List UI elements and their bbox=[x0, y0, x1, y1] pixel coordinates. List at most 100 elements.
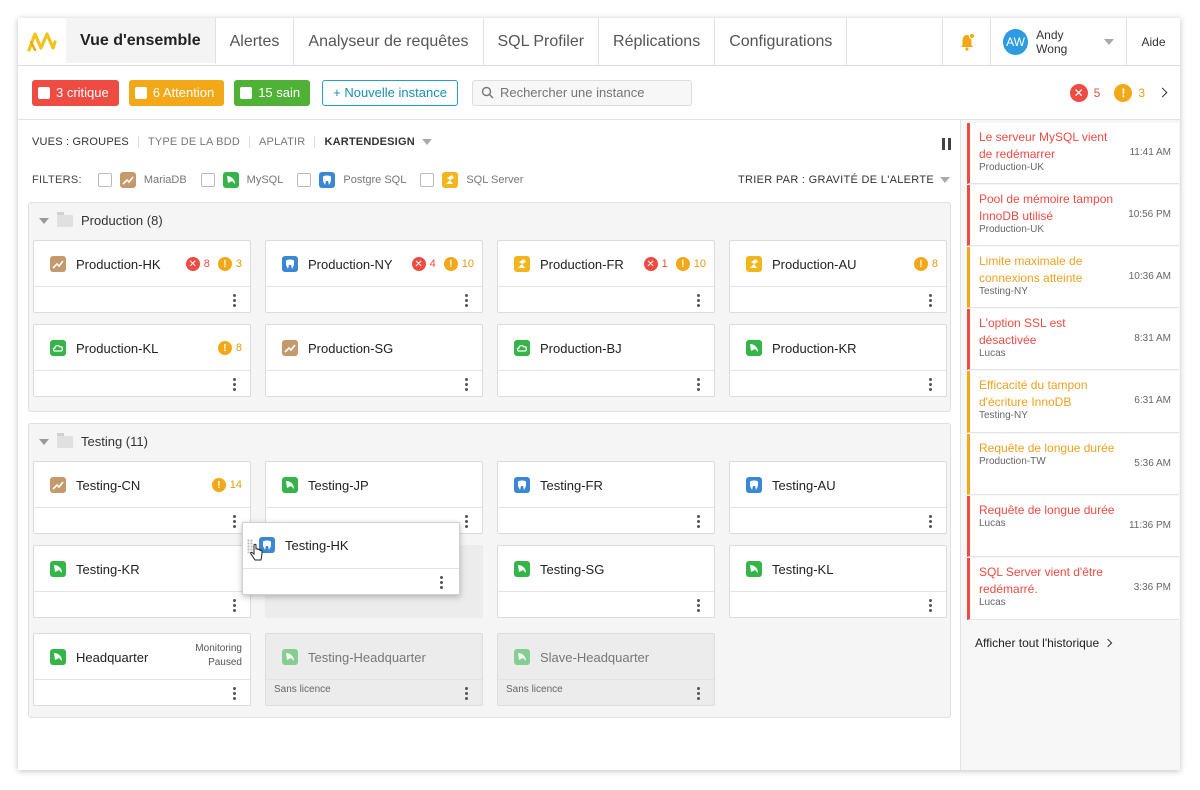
instance-card[interactable]: Testing-AU bbox=[729, 461, 947, 534]
instance-card[interactable]: Testing-Headquarter Sans licence bbox=[265, 633, 483, 706]
card-alerts[interactable]: ! 8 bbox=[214, 341, 242, 355]
card-title: Testing-AU bbox=[746, 477, 836, 493]
mysql-icon bbox=[514, 561, 530, 577]
new-instance-button[interactable]: + Nouvelle instance bbox=[322, 79, 458, 106]
instance-card[interactable]: Slave-Headquarter Sans licence bbox=[497, 633, 715, 706]
tab-overview[interactable]: Vue d'ensemble bbox=[66, 18, 216, 65]
mariadb-icon bbox=[119, 172, 136, 188]
card-alerts[interactable]: ✕ 4! 10 bbox=[411, 257, 474, 271]
card-design-label: KARTENDESIGN bbox=[324, 136, 415, 148]
card-footer bbox=[498, 286, 714, 313]
instance-card[interactable]: Testing-KL bbox=[729, 545, 947, 618]
show-all-history-link[interactable]: Afficher tout l'historique bbox=[975, 636, 1113, 650]
history-item[interactable]: L'option SSL est désactivée Lucas 8:31 AM bbox=[967, 309, 1179, 370]
instance-card[interactable]: Headquarter Monitoring Paused bbox=[33, 633, 251, 706]
tab-query-analyzer[interactable]: Analyseur de requêtes bbox=[294, 18, 484, 65]
user-menu[interactable]: AW Andy Wong bbox=[990, 18, 1126, 65]
warning-icon: ! bbox=[217, 341, 232, 355]
tab-alerts[interactable]: Alertes bbox=[216, 18, 295, 65]
mysql-icon bbox=[746, 561, 762, 577]
instance-card[interactable]: Production-HK ✕ 8! 3 bbox=[33, 240, 251, 313]
group-header[interactable]: Production (8) bbox=[39, 211, 163, 228]
collapse-icon[interactable] bbox=[39, 438, 49, 445]
more-options-icon[interactable] bbox=[465, 378, 468, 391]
more-options-icon[interactable] bbox=[233, 599, 236, 612]
pause-button[interactable] bbox=[942, 138, 952, 150]
card-name: Production-KL bbox=[76, 340, 159, 356]
view-groups[interactable]: VUES : GROUPES bbox=[32, 136, 139, 148]
history-item[interactable]: SQL Server vient d'être redémarré. Lucas 3… bbox=[967, 558, 1179, 620]
card-alerts[interactable]: ! 14 bbox=[208, 478, 242, 492]
instance-card[interactable]: Production-BJ bbox=[497, 324, 715, 397]
instance-card[interactable]: Testing-SG bbox=[497, 545, 715, 618]
tab-replications[interactable]: Réplications bbox=[599, 18, 716, 65]
group-header[interactable]: Testing (11) bbox=[39, 432, 148, 449]
history-item[interactable]: Requête de longue durée Production-TW 5:36… bbox=[967, 434, 1179, 495]
instance-card[interactable]: Production-SG bbox=[265, 324, 483, 397]
more-options-icon[interactable] bbox=[697, 599, 700, 612]
more-options-icon[interactable] bbox=[929, 378, 932, 391]
view-flatten[interactable]: APLATIR bbox=[250, 136, 316, 148]
monitoring-paused-label: Monitoring Paused bbox=[195, 642, 242, 670]
card-alerts[interactable]: ✕ 1! 10 bbox=[643, 257, 706, 271]
filter-healthy-chip[interactable]: 15 sain bbox=[234, 79, 311, 106]
tab-sql-profiler[interactable]: SQL Profiler bbox=[484, 18, 600, 65]
card-alerts[interactable]: ! 8 bbox=[910, 257, 938, 271]
history-item[interactable]: Pool de mémoire tampon InnoDB utilisé Pro… bbox=[967, 185, 1179, 246]
history-item[interactable]: Le serveur MySQL vient de redémarrer Prod… bbox=[967, 123, 1179, 184]
more-options-icon[interactable] bbox=[465, 687, 468, 700]
filter-attention-chip[interactable]: 6 Attention bbox=[128, 79, 225, 106]
tab-configurations[interactable]: Configurations bbox=[715, 18, 848, 65]
more-options-icon[interactable] bbox=[697, 687, 700, 700]
card-title: Testing-CN bbox=[50, 477, 140, 493]
chevron-right-icon[interactable] bbox=[1157, 87, 1168, 98]
instance-card[interactable]: Production-KL ! 8 bbox=[33, 324, 251, 397]
more-options-icon[interactable] bbox=[233, 294, 236, 307]
more-options-icon[interactable] bbox=[465, 515, 468, 528]
mariadb-icon bbox=[50, 477, 66, 493]
view-db-type[interactable]: TYPE DE LA BDD bbox=[139, 136, 250, 148]
more-options-icon[interactable] bbox=[697, 378, 700, 391]
history-title: Le serveur MySQL vient de redémarrer bbox=[979, 130, 1108, 161]
help-link[interactable]: Aide bbox=[1126, 18, 1180, 65]
more-options-icon[interactable] bbox=[233, 687, 236, 700]
instance-card[interactable]: Testing-FR bbox=[497, 461, 715, 534]
notifications-button[interactable] bbox=[942, 18, 990, 65]
history-item[interactable]: Efficacité du tampon d'écriture InnoDB Te… bbox=[967, 371, 1179, 433]
card-alerts[interactable]: ✕ 8! 3 bbox=[185, 257, 242, 271]
more-options-icon[interactable] bbox=[697, 294, 700, 307]
more-options-icon[interactable] bbox=[929, 515, 932, 528]
instance-card[interactable]: Testing-CN ! 14 bbox=[33, 461, 251, 534]
card-title: Headquarter bbox=[50, 649, 148, 665]
instance-card[interactable]: Production-AU! 8 bbox=[729, 240, 947, 313]
error-count: 4 bbox=[429, 258, 436, 270]
folder-icon bbox=[57, 211, 73, 227]
instance-card[interactable]: Production-NY ✕ 4! 10 bbox=[265, 240, 483, 313]
history-item[interactable]: Requête de longue durée Lucas 11:36 PM bbox=[967, 496, 1179, 557]
instance-card[interactable]: Production-FR ✕ 1! 10 bbox=[497, 240, 715, 313]
collapse-icon[interactable] bbox=[39, 217, 49, 224]
view-card-design[interactable]: KARTENDESIGN bbox=[315, 136, 441, 148]
search-input[interactable] bbox=[499, 85, 680, 100]
alert-summary[interactable]: ✕ 5 ! 3 bbox=[1069, 83, 1168, 102]
more-options-icon[interactable] bbox=[233, 515, 236, 528]
instance-card[interactable]: Production-KR bbox=[729, 324, 947, 397]
more-options-icon[interactable] bbox=[465, 294, 468, 307]
instance-card[interactable]: Testing-KR bbox=[33, 545, 251, 618]
filter-critical-chip[interactable]: 3 critique bbox=[32, 79, 119, 106]
filter-sqlserver-checkbox[interactable] bbox=[420, 173, 435, 187]
more-options-icon[interactable] bbox=[929, 294, 932, 307]
more-options-icon[interactable] bbox=[929, 599, 932, 612]
sort-dropdown[interactable]: TRIER PAR : GRAVITÉ DE L'ALERTE bbox=[738, 174, 950, 186]
history-item[interactable]: Limite maximale de connexions atteinte Te… bbox=[967, 247, 1179, 308]
more-options-icon[interactable] bbox=[697, 515, 700, 528]
more-options-icon[interactable] bbox=[233, 378, 236, 391]
card-footer bbox=[498, 591, 714, 618]
more-options-icon[interactable] bbox=[440, 576, 443, 589]
filter-postgres-checkbox[interactable] bbox=[297, 173, 312, 187]
filter-mysql-checkbox[interactable] bbox=[200, 173, 215, 187]
dragging-instance-card[interactable]: Testing-HK bbox=[242, 522, 460, 595]
app-logo[interactable] bbox=[18, 18, 66, 65]
card-name: Testing-HK bbox=[285, 537, 349, 553]
filter-mariadb-checkbox[interactable] bbox=[97, 173, 112, 187]
